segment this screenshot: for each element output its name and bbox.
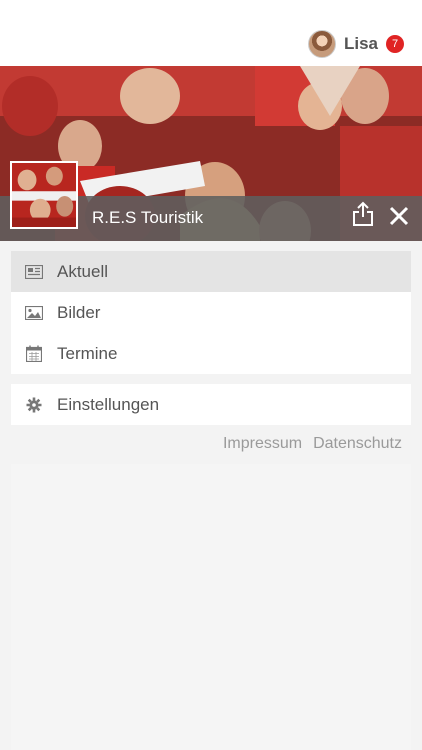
menu-label-bilder: Bilder [57, 302, 101, 322]
calendar-icon [25, 345, 43, 363]
image-icon [25, 304, 43, 322]
menu-label-termine: Termine [57, 343, 118, 363]
top-bar: Lisa 7 [0, 0, 422, 66]
gear-icon [25, 396, 43, 414]
menu-item-einstellungen[interactable]: Einstellungen [11, 384, 411, 425]
empty-content-area [11, 464, 411, 750]
avatar[interactable] [307, 30, 336, 58]
menu-item-bilder[interactable]: Bilder [11, 292, 411, 333]
datenschutz-link[interactable]: Datenschutz [313, 435, 402, 453]
notification-badge[interactable]: 7 [386, 35, 404, 53]
user-profile[interactable]: Lisa 7 [307, 28, 404, 60]
newspaper-icon [25, 263, 43, 281]
footer-links: Impressum Datenschutz [223, 435, 402, 453]
share-button[interactable] [351, 200, 375, 228]
impressum-link[interactable]: Impressum [223, 435, 302, 453]
org-thumbnail [10, 161, 78, 229]
menu-label-aktuell: Aktuell [57, 261, 109, 281]
share-icon [353, 201, 373, 226]
org-name: R.E.S Touristik [92, 208, 204, 227]
menu-item-aktuell[interactable]: Aktuell [11, 251, 411, 292]
menu-label-einstellungen: Einstellungen [57, 394, 160, 414]
user-name[interactable]: Lisa [344, 34, 378, 54]
menu-item-termine[interactable]: Termine [11, 333, 411, 374]
thumbnail-photo [12, 163, 76, 227]
close-button[interactable] [387, 204, 411, 228]
main-menu: Aktuell Bilder Termine [11, 251, 411, 374]
settings-menu: Einstellungen [11, 384, 411, 425]
close-icon [389, 206, 409, 226]
